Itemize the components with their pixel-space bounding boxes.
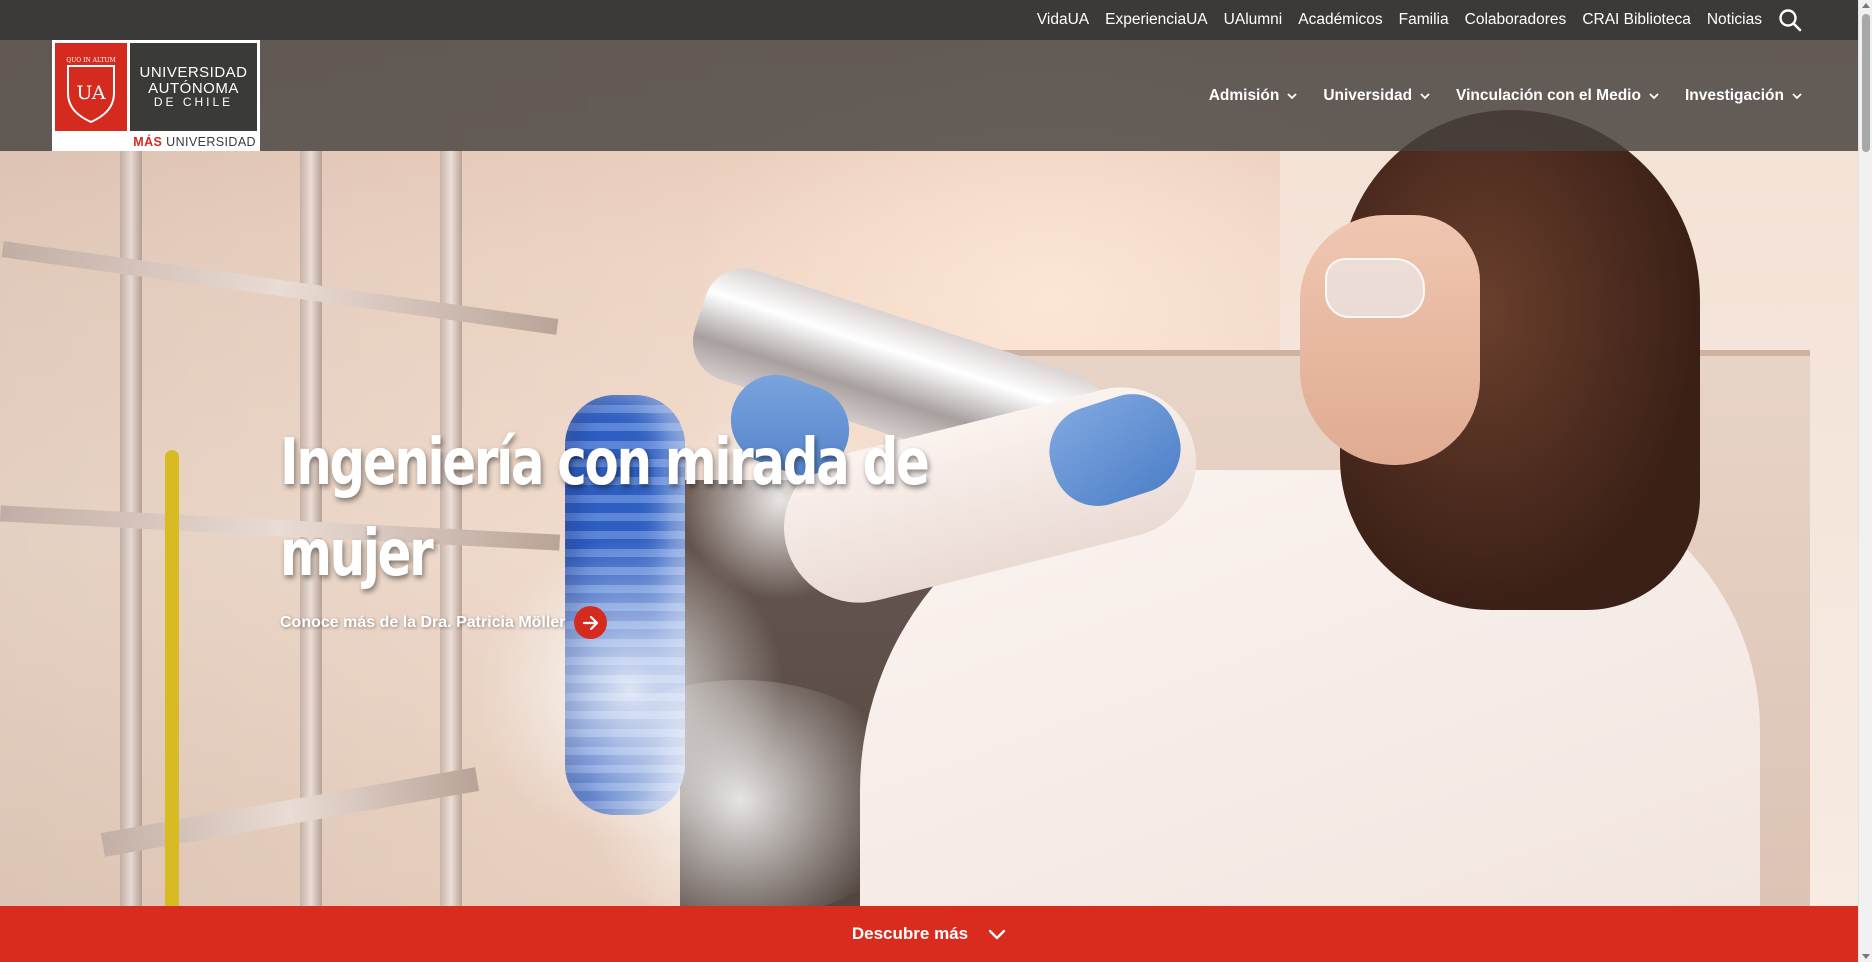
main-nav: QUO IN ALTUM UA UNIVERSIDAD AUTÓNOMA DE … — [0, 40, 1858, 151]
hero-cta-link[interactable]: Conoce más de la Dra. Patricia Möller — [280, 606, 1000, 639]
nav-item-label: Admisión — [1208, 86, 1280, 104]
arrow-right-icon[interactable] — [574, 606, 608, 639]
hero-title: Ingeniería con mirada de mujer — [280, 426, 930, 591]
nav-item-universidad[interactable]: Universidad — [1323, 87, 1430, 105]
utility-link-noticias[interactable]: Noticias — [1707, 11, 1762, 29]
shield-icon: QUO IN ALTUM UA — [55, 43, 127, 131]
page-scrollbar[interactable] — [1858, 0, 1872, 962]
chevron-down-icon — [1287, 92, 1297, 99]
slogan-accent: MÁS — [133, 135, 163, 149]
search-icon[interactable] — [1778, 8, 1802, 32]
utility-link-ualumni[interactable]: UAlumni — [1224, 11, 1283, 29]
chevron-down-icon — [1792, 92, 1802, 99]
logo-line-1: UNIVERSIDAD — [139, 63, 248, 81]
svg-text:UA: UA — [76, 82, 105, 104]
logo-line-3: DE CHILE — [153, 95, 234, 110]
utility-link-familia[interactable]: Familia — [1399, 11, 1449, 29]
university-logo[interactable]: QUO IN ALTUM UA UNIVERSIDAD AUTÓNOMA DE … — [52, 40, 260, 151]
primary-menu: Admisión Universidad Vinculación con el … — [1183, 40, 1802, 151]
chevron-down-icon — [1649, 92, 1659, 99]
hero-content: Ingeniería con mirada de mujer Conoce má… — [280, 418, 1000, 639]
nav-item-admision[interactable]: Admisión — [1209, 87, 1298, 105]
utility-link-academicos[interactable]: Académicos — [1298, 11, 1382, 29]
utility-nav: VidaUA ExperienciaUA UAlumni Académicos … — [0, 0, 1858, 40]
nav-item-investigacion[interactable]: Investigación — [1685, 87, 1802, 105]
utility-link-vidaua[interactable]: VidaUA — [1037, 11, 1089, 29]
scrollbar-thumb[interactable] — [1862, 14, 1870, 152]
nav-item-label: Investigación — [1684, 86, 1784, 104]
discover-more-button[interactable]: Descubre más — [0, 906, 1858, 962]
logo-line-2: AUTÓNOMA — [148, 79, 239, 97]
logo-slogan: MÁS UNIVERSIDAD — [55, 135, 257, 149]
discover-more-label: Descubre más — [851, 924, 969, 943]
chevron-down-icon — [988, 929, 1006, 940]
hero-cta-label: Conoce más de la Dra. Patricia Möller — [280, 613, 566, 631]
scroll-down-icon[interactable] — [1862, 954, 1870, 959]
nav-item-label: Universidad — [1323, 86, 1413, 104]
nav-item-vinculacion[interactable]: Vinculación con el Medio — [1456, 87, 1659, 105]
chevron-down-icon — [1420, 92, 1430, 99]
utility-link-experienciaua[interactable]: ExperienciaUA — [1105, 11, 1208, 29]
nav-item-label: Vinculación con el Medio — [1456, 86, 1641, 104]
slogan-text: UNIVERSIDAD — [166, 135, 256, 149]
utility-link-crai-biblioteca[interactable]: CRAI Biblioteca — [1582, 11, 1691, 29]
logo-wordmark: UNIVERSIDAD AUTÓNOMA DE CHILE — [130, 43, 257, 131]
utility-link-colaboradores[interactable]: Colaboradores — [1465, 11, 1567, 29]
scroll-up-icon[interactable] — [1862, 3, 1870, 8]
svg-text:QUO IN ALTUM: QUO IN ALTUM — [66, 57, 115, 64]
